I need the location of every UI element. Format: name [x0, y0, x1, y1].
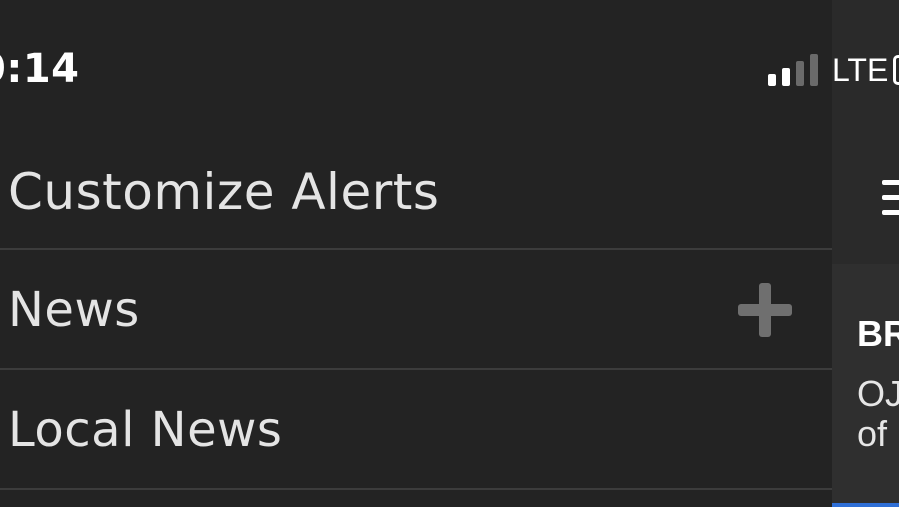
- card-body-line: OJ: [857, 373, 899, 414]
- card-accent-bar: [832, 503, 899, 507]
- signal-strength-icon: [768, 54, 822, 86]
- card-body: OJ of: [857, 374, 899, 454]
- alerts-drawer: 0:14 Customize Alerts News Local News: [0, 0, 832, 507]
- plus-icon[interactable]: [738, 283, 792, 337]
- card-title: BR: [857, 313, 899, 354]
- menu-item-label: News: [8, 282, 140, 338]
- divider: [0, 488, 832, 490]
- status-time: 0:14: [0, 46, 80, 92]
- content-header: [832, 0, 899, 264]
- hamburger-menu-icon[interactable]: [882, 176, 899, 220]
- app-screen: 0:14 Customize Alerts News Local News BR…: [0, 0, 899, 507]
- card-body-line: of: [857, 413, 888, 454]
- network-type: LTE: [832, 52, 889, 88]
- battery-icon: [893, 55, 899, 85]
- menu-item-local-news[interactable]: Local News: [0, 370, 832, 488]
- menu-item-label: Local News: [8, 402, 283, 458]
- news-card[interactable]: BR OJ of: [832, 264, 899, 507]
- menu-item-news[interactable]: News: [0, 250, 832, 368]
- drawer-title: Customize Alerts: [8, 163, 440, 221]
